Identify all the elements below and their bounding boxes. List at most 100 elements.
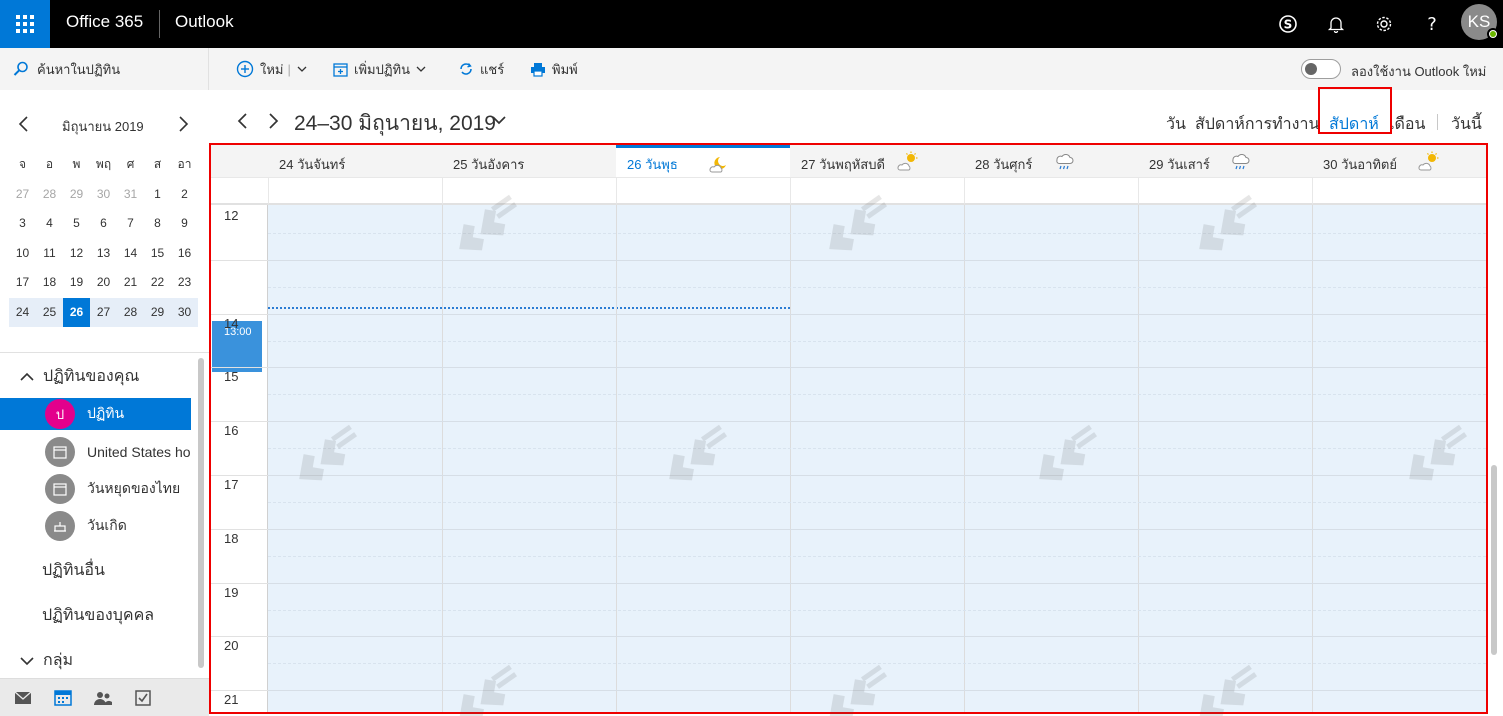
mini-calendar-week-row: 27 28 29 30 31 1 2	[9, 180, 198, 210]
view-month-tab[interactable]: เดือน	[1389, 112, 1425, 137]
new-label: ใหม่	[260, 61, 284, 77]
calendar-item-label: วันหยุดของไทย	[87, 480, 181, 496]
people-calendars-header[interactable]: ปฏิทินของบุคคล	[42, 603, 154, 628]
new-event-button[interactable]: ใหม่ |	[236, 58, 313, 80]
chevron-down-icon[interactable]	[297, 64, 307, 74]
mini-calendar-day[interactable]: 7	[117, 209, 144, 238]
mini-calendar-title[interactable]: มิถุนายน 2019	[62, 116, 144, 137]
mini-calendar-day[interactable]: 12	[63, 239, 90, 268]
tasks-module-button[interactable]	[133, 689, 153, 707]
help-icon: ?	[1427, 14, 1437, 34]
chevron-down-icon	[416, 66, 426, 72]
mini-calendar-day[interactable]: 22	[144, 268, 171, 297]
calendar-item-us-holidays[interactable]: United States holi	[0, 436, 191, 468]
share-button[interactable]: แชร์	[458, 58, 504, 80]
mini-calendar-header: มิถุนายน 2019	[0, 112, 209, 136]
mail-module-button[interactable]	[13, 689, 33, 707]
mini-calendar-day[interactable]: 13	[90, 239, 117, 268]
other-calendars-header[interactable]: ปฏิทินอื่น	[42, 558, 105, 583]
mini-calendar-day[interactable]: 1	[144, 180, 171, 209]
mini-calendar-day[interactable]: 3	[9, 209, 36, 238]
top-bar: Office 365 Outlook S ? KS	[0, 0, 1503, 48]
mini-calendar-week-row: 3456789	[9, 209, 198, 239]
mini-calendar-day[interactable]: 23	[171, 268, 198, 297]
weekday-label: อ	[45, 157, 54, 172]
skype-button[interactable]: S	[1274, 10, 1302, 38]
app-launcher-icon	[16, 15, 34, 33]
mini-calendar-day[interactable]: 2	[171, 180, 198, 209]
mini-calendar-day[interactable]: 11	[36, 239, 63, 268]
calendar-item-main[interactable]: ป ปฏิทิน	[0, 398, 191, 430]
notifications-button[interactable]	[1322, 10, 1350, 38]
help-button[interactable]: ?	[1418, 10, 1446, 38]
share-icon	[460, 63, 472, 75]
skype-icon: S	[1279, 15, 1297, 33]
search-icon	[13, 61, 28, 76]
chevron-up-icon	[20, 372, 34, 381]
sidebar-scrollbar[interactable]	[198, 358, 204, 668]
weekday-label: ศ	[126, 157, 135, 172]
mini-calendar-day[interactable]: 9	[171, 209, 198, 238]
chevron-left-icon[interactable]	[16, 115, 32, 133]
split-divider: |	[287, 61, 291, 77]
mini-calendar-day[interactable]: 21	[117, 268, 144, 297]
presence-status-icon	[1487, 28, 1499, 40]
today-button[interactable]: วันนี้	[1451, 112, 1482, 137]
mini-calendar-day[interactable]: 5	[63, 209, 90, 238]
mini-calendar-day[interactable]: 28	[36, 180, 63, 209]
calendar-module-button[interactable]	[53, 689, 73, 707]
mini-calendar-day[interactable]: 6	[90, 209, 117, 238]
weekday-label: พฤ	[95, 157, 112, 172]
view-work-week-tab[interactable]: สัปดาห์การทำงาน	[1195, 112, 1319, 137]
mini-calendar-day[interactable]: 17	[9, 268, 36, 297]
mini-calendar-day[interactable]: 30	[90, 180, 117, 209]
office-brand[interactable]: Office 365	[66, 12, 143, 32]
mini-calendar-day[interactable]: 26	[63, 297, 90, 327]
calendar-item-label: วันเกิด	[87, 517, 127, 533]
settings-button[interactable]	[1370, 10, 1398, 38]
people-module-button[interactable]	[93, 689, 113, 707]
mini-calendar-week-row: 17 18 19 20 21 22 23	[9, 268, 198, 298]
add-calendar-button[interactable]: เพิ่มปฏิทิน	[333, 58, 432, 80]
gear-icon	[1376, 16, 1392, 32]
mini-calendar-day[interactable]: 18	[36, 268, 63, 297]
date-range-title[interactable]: 24–30 มิถุนายน, 2019	[294, 107, 496, 140]
calendar-search-input[interactable]: ค้นหาในปฏิทิน	[0, 48, 209, 90]
birthday-cake-icon	[45, 511, 75, 541]
calendar-item-birthdays[interactable]: วันเกิด	[0, 510, 191, 542]
mini-calendar-day[interactable]: 29	[144, 298, 171, 327]
mini-calendar-day[interactable]: 20	[90, 268, 117, 297]
app-name[interactable]: Outlook	[175, 12, 234, 32]
print-label: พิมพ์	[552, 61, 578, 77]
mini-calendar-day[interactable]: 10	[9, 239, 36, 268]
next-week-button[interactable]	[266, 112, 280, 130]
mini-calendar-day[interactable]: 14	[117, 239, 144, 268]
mini-calendar-day[interactable]: 8	[144, 209, 171, 238]
view-day-tab[interactable]: วัน	[1166, 112, 1186, 137]
mini-calendar-day[interactable]: 16	[171, 239, 198, 268]
calendar-scrollbar[interactable]	[1491, 465, 1497, 655]
mini-calendar-day[interactable]: 28	[117, 298, 144, 327]
chevron-down-icon[interactable]	[492, 115, 506, 125]
calendar-item-thai-holidays[interactable]: วันหยุดของไทย	[0, 473, 191, 505]
checkbox-icon	[135, 690, 151, 706]
previous-week-button[interactable]	[236, 112, 250, 130]
mini-calendar-day[interactable]: 27	[9, 180, 36, 209]
add-calendar-label: เพิ่มปฏิทิน	[354, 61, 411, 77]
new-outlook-toggle[interactable]	[1301, 59, 1341, 79]
mini-calendar-day[interactable]: 30	[171, 298, 198, 327]
mini-calendar-day[interactable]: 4	[36, 209, 63, 238]
print-button[interactable]: พิมพ์	[530, 58, 578, 80]
groups-header[interactable]: กลุ่ม	[20, 648, 73, 673]
chevron-right-icon[interactable]	[175, 115, 191, 133]
mini-calendar-day[interactable]: 31	[117, 180, 144, 209]
app-launcher-button[interactable]	[0, 0, 50, 48]
mini-calendar-day[interactable]: 25	[36, 298, 63, 327]
mini-calendar-day[interactable]: 19	[63, 268, 90, 297]
view-divider	[1437, 114, 1438, 130]
mini-calendar-day[interactable]: 15	[144, 239, 171, 268]
your-calendars-header[interactable]: ปฏิทินของคุณ	[20, 364, 139, 389]
mini-calendar-day[interactable]: 29	[63, 180, 90, 209]
mini-calendar-day[interactable]: 27	[90, 298, 117, 327]
mini-calendar-day[interactable]: 24	[9, 298, 36, 327]
